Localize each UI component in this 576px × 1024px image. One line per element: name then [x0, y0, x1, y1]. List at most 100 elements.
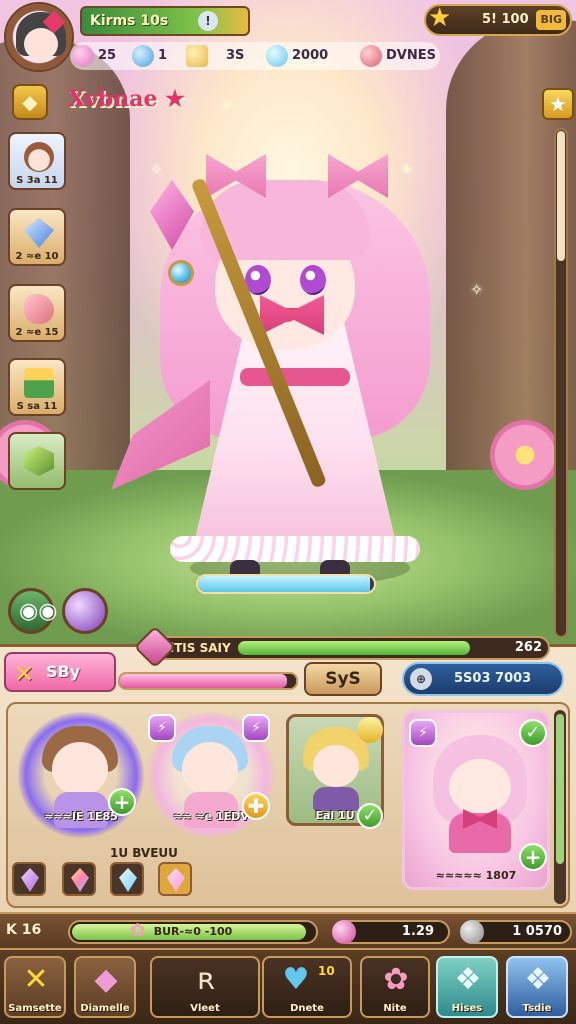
flower-icon: ✿	[383, 962, 409, 997]
add-hero-icon[interactable]: ✓	[519, 719, 547, 747]
pink-tab[interactable]: ✕ SBy	[4, 652, 116, 692]
character-belt	[240, 368, 350, 386]
favorite-star-icon[interactable]: ★	[542, 88, 574, 120]
gem-slot[interactable]	[62, 862, 96, 896]
crossed-swords-icon: ✕	[23, 962, 49, 997]
resource-pink-gem[interactable]: 25	[72, 44, 116, 68]
nav-label: Dnete	[290, 1003, 324, 1014]
nav-hises[interactable]: ❖ Hises	[436, 956, 498, 1018]
nav-vleet[interactable]: ʀ Vleet	[150, 956, 260, 1018]
cube-icon	[24, 446, 54, 476]
stage-title: Xvbnae ★	[68, 86, 185, 112]
roster-scrollbar-thumb[interactable]	[556, 714, 564, 864]
rail-blue-crystal[interactable]: 2 ≈e 10	[8, 208, 66, 266]
xp-fill	[238, 641, 470, 655]
rainbow-gem-icon	[71, 868, 89, 892]
resource-row: 25 1 3S 2000 DVNES	[70, 42, 440, 70]
sky-gem-icon	[119, 868, 137, 892]
resource-gold-coin[interactable]: 3S	[186, 44, 244, 68]
nav-nite[interactable]: ✿ Nite	[360, 956, 430, 1018]
purple-gem-icon	[21, 868, 39, 892]
bottom-nav: ✕ Samsette ◆ Diamelle ʀ Vleet ♥ 10 Dnete…	[0, 950, 576, 1024]
add-hero-icon[interactable]: +	[108, 788, 136, 816]
nav-label: Nite	[383, 1003, 407, 1014]
gem-slot[interactable]	[12, 862, 46, 896]
flower-right	[490, 420, 560, 490]
add-hero-icon[interactable]: +	[519, 843, 547, 871]
info-icon[interactable]: !	[198, 11, 218, 31]
key-icon: ʀ	[196, 962, 216, 997]
resource-value: 1	[158, 48, 168, 63]
hero-card-square[interactable]: Eal 1U ✓	[286, 714, 384, 829]
pink-progress-fill	[120, 674, 287, 688]
level-label: K 16	[6, 922, 42, 938]
blue-crystal-icon	[24, 218, 54, 248]
pink-orb-icon	[332, 920, 356, 944]
hero-portrait-icon	[24, 142, 54, 172]
pink-currency[interactable]: 1.29	[332, 920, 450, 944]
nav-label: Hises	[451, 1003, 483, 1014]
nav-tsdie[interactable]: ❖ Tsdie	[506, 956, 568, 1018]
staff-head	[140, 180, 210, 290]
add-hero-icon[interactable]: ✓	[357, 803, 383, 829]
magic-badge-icon[interactable]: ⚡	[409, 719, 437, 747]
treasure-icon[interactable]: ◆	[12, 84, 48, 120]
staff-orb-icon	[168, 260, 194, 286]
gold-currency[interactable]: ★ 5! 100 BIG	[424, 4, 572, 36]
gem-slot[interactable]	[110, 862, 144, 896]
rail-green-chest[interactable]: S sa 11	[8, 358, 66, 416]
hero-card[interactable]: ≈≈ ≈e 1EDV ⚡ ⚡ ✚	[148, 712, 274, 838]
resource-blue-gem[interactable]: 1	[132, 44, 167, 68]
sparkle-icon: ✧	[470, 280, 484, 299]
player-avatar[interactable]	[4, 2, 74, 72]
pink-progress-bar	[118, 672, 298, 690]
nav-diamelle[interactable]: ◆ Diamelle	[74, 956, 136, 1018]
resource-value: 3S	[226, 48, 245, 63]
hero-card[interactable]: ≈≈≈IE 1E85 +	[18, 712, 144, 838]
pink-currency-value: 1.29	[401, 924, 434, 939]
hero-face	[449, 759, 511, 815]
rail-label: S 3a 11	[16, 175, 58, 186]
hero-face	[52, 742, 108, 796]
owl-button[interactable]: ◉◉	[8, 588, 58, 634]
owl-icon: ◉◉	[19, 599, 58, 624]
hero-card-featured[interactable]: ≈≈≈≈≈ 1807 ⚡ ✓ +	[402, 710, 550, 890]
character-hp-bar	[196, 574, 376, 594]
star-icon: ★	[428, 3, 452, 33]
hero-body	[313, 787, 359, 811]
main-character[interactable]	[111, 140, 450, 588]
nav-dnete[interactable]: ♥ 10 Dnete	[262, 956, 352, 1018]
ruby-icon	[360, 44, 382, 67]
player-name-bar[interactable]: Kirms 10s !	[80, 6, 250, 36]
resource-ruby[interactable]: DVNES	[360, 44, 436, 68]
sys-button[interactable]: SyS	[304, 662, 382, 696]
scrollbar-thumb[interactable]	[557, 131, 565, 261]
pink-gem-icon	[167, 868, 185, 892]
rail-label: 2 ≈e 15	[15, 327, 59, 338]
magic-badge-icon[interactable]: ⚡	[242, 714, 270, 742]
pink-tab-label: SBy	[46, 662, 81, 681]
compass-icon: ⊕	[410, 668, 432, 690]
add-hero-icon[interactable]: ✚	[242, 792, 270, 820]
rail-hero-portrait[interactable]: S 3a 11	[8, 132, 66, 190]
rail-green-cube[interactable]	[8, 432, 66, 490]
resource-diamond[interactable]: 2000	[266, 44, 328, 68]
crystal-ball-button[interactable]	[62, 588, 108, 634]
nav-samsette[interactable]: ✕ Samsette	[4, 956, 66, 1018]
silver-currency-value: 1 0570	[512, 924, 562, 939]
blue-value-pill[interactable]: ⊕ 5S03 7003	[402, 662, 564, 696]
gem-slot[interactable]	[158, 862, 192, 896]
resource-value: DVNES	[386, 48, 436, 63]
gem-cluster-icon: ❖	[454, 962, 482, 997]
rail-pink-meat[interactable]: 2 ≈e 15	[8, 284, 66, 342]
nav-label: Tsdie	[522, 1003, 552, 1014]
hero-face	[182, 742, 238, 796]
scrollbar[interactable]	[554, 128, 568, 638]
crystal-icon: ◆	[94, 962, 118, 997]
magic-badge-icon[interactable]: ⚡	[148, 714, 176, 742]
hero-label: ≈≈≈≈≈ 1807	[435, 869, 517, 882]
silver-currency[interactable]: 1 0570	[460, 920, 572, 944]
gems-caption: 1U BVEUU	[110, 846, 178, 860]
status-bar: K 16 ✿ BUR-≈0 -100 1.29 1 0570	[0, 912, 576, 950]
roster-scrollbar[interactable]	[554, 710, 566, 904]
